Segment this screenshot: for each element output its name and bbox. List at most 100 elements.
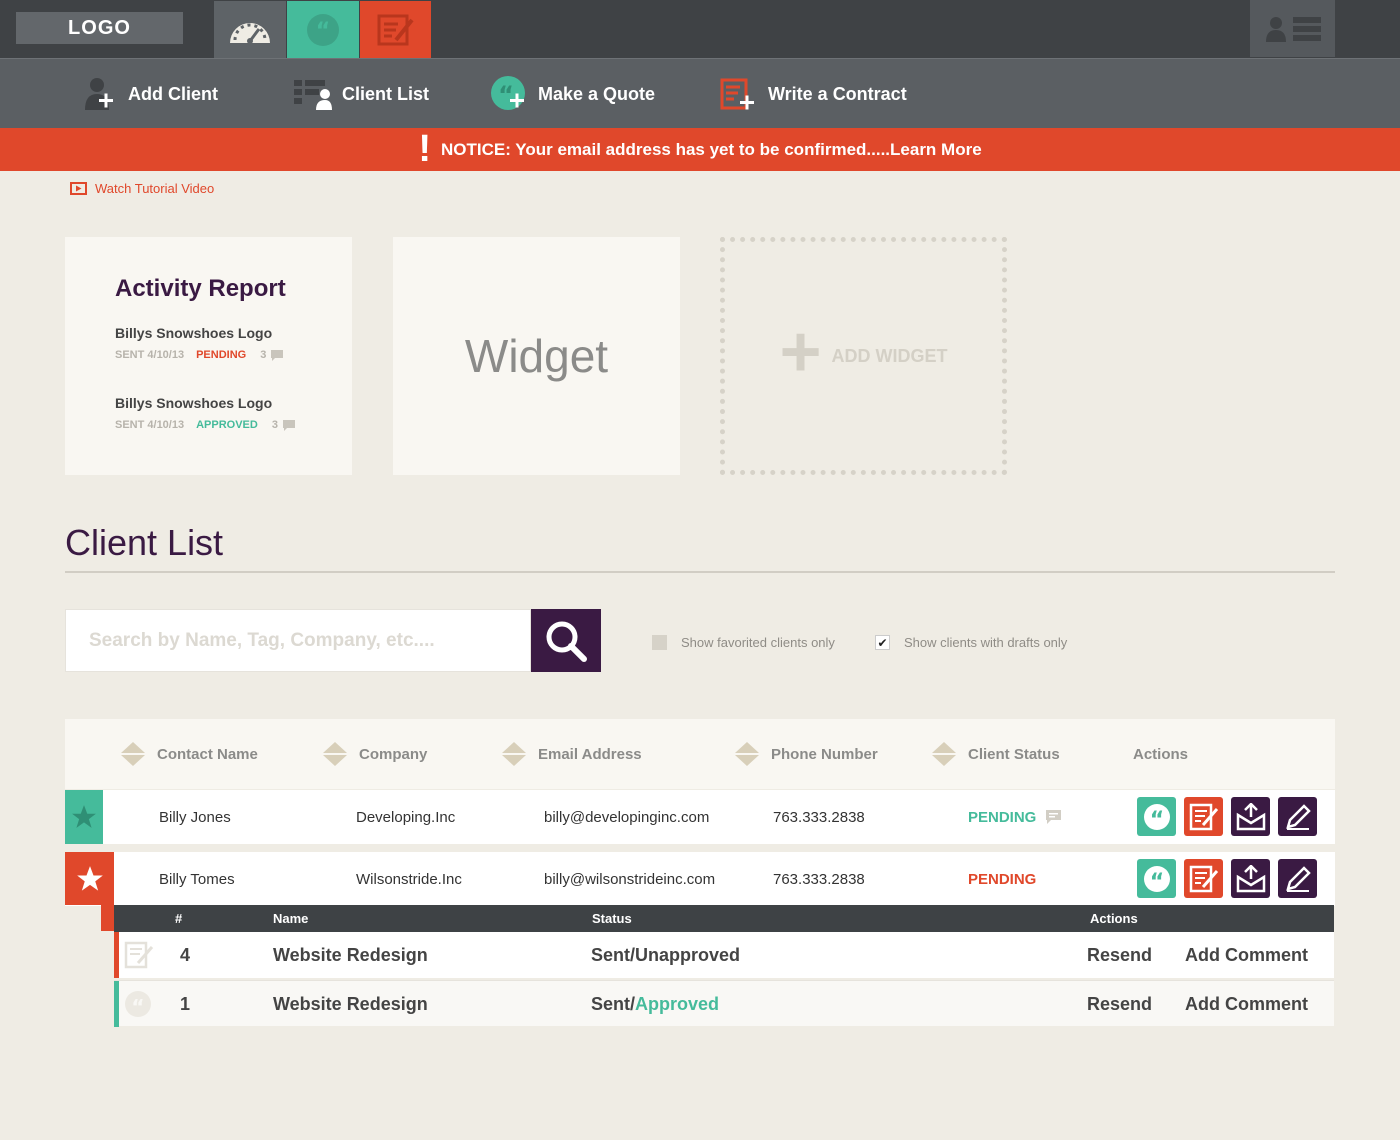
star-icon (72, 805, 96, 828)
add-comment-link[interactable]: Add Comment (1185, 932, 1308, 978)
draft-name[interactable]: Website Redesign (273, 981, 428, 1027)
table-row[interactable]: Billy Jones Developing.Inc billy@develop… (65, 790, 1335, 844)
action-bar: Add Client Client List “ Make a Quote Wr… (0, 58, 1400, 128)
user-menu[interactable] (1250, 0, 1335, 57)
comment-count: 3 (271, 419, 278, 431)
alert-icon: ! (418, 127, 431, 170)
tab-dashboard[interactable] (214, 1, 286, 58)
client-table-header: Contact Name Company Email Address Phone… (65, 719, 1335, 789)
draft-status: Sent/Approved (591, 994, 720, 1014)
client-list-title: Client List (65, 522, 224, 563)
draft-number: 4 (180, 945, 191, 965)
add-client-label: Add Client (128, 83, 218, 104)
quote-icon: “ (307, 13, 339, 46)
activity-status: APPROVED (196, 419, 258, 431)
search-button[interactable] (531, 609, 601, 672)
add-widget-button[interactable]: + ADD WIDGET (720, 237, 1007, 475)
star-icon (76, 865, 103, 891)
sort-arrows-icon (323, 742, 347, 766)
send-action-button[interactable] (1231, 859, 1270, 898)
make-quote-button[interactable]: “ Make a Quote (490, 59, 655, 129)
client-list-icon (294, 75, 332, 113)
pencil-icon (1285, 865, 1311, 892)
quote-action-button[interactable]: “ (1137, 859, 1176, 898)
email[interactable]: billy@wilsonstrideinc.com (544, 852, 715, 906)
draft-name[interactable]: Website Redesign (273, 932, 428, 978)
favorited-filter-checkbox[interactable]: Show favorited clients only (652, 635, 835, 650)
draft-row[interactable]: 4 Website Redesign Sent/Unapproved Resen… (114, 932, 1334, 978)
activity-report-card: Activity Report Billys Snowshoes Logo SE… (65, 237, 352, 475)
dashboard-gauge-icon (230, 22, 270, 44)
email[interactable]: billy@developinginc.com (544, 790, 709, 844)
favorite-toggle[interactable] (65, 852, 114, 905)
tab-quotes[interactable]: “ (287, 1, 359, 58)
tutorial-label: Watch Tutorial Video (95, 181, 215, 196)
client-status: PENDING (968, 790, 1062, 844)
client-list-button[interactable]: Client List (294, 59, 429, 129)
pencil-icon (1285, 803, 1311, 830)
tab-contracts[interactable] (360, 1, 431, 58)
sort-arrows-icon (502, 742, 526, 766)
quote-icon: “ (125, 991, 151, 1018)
plus-icon: + (779, 312, 822, 392)
approved-status: Approved (635, 994, 720, 1014)
checkbox-unchecked[interactable] (652, 635, 667, 650)
send-action-button[interactable] (1231, 797, 1270, 836)
draft-row[interactable]: “ 1 Website Redesign Sent/Approved Resen… (114, 980, 1334, 1027)
client-status: PENDING (968, 870, 1037, 888)
write-contract-label: Write a Contract (768, 83, 907, 104)
search-icon (546, 621, 587, 662)
notice-banner[interactable]: ! NOTICE: Your email address has yet to … (0, 128, 1400, 171)
phone: 763.333.2838 (773, 808, 865, 826)
sort-email[interactable]: Email Address (502, 719, 642, 789)
sort-contact-name[interactable]: Contact Name (121, 719, 258, 789)
contact-name[interactable]: Billy Jones (159, 790, 231, 844)
add-comment-link[interactable]: Add Comment (1185, 981, 1308, 1027)
sort-arrows-icon (932, 742, 956, 766)
comment-icon[interactable] (1046, 810, 1062, 824)
contact-name[interactable]: Billy Tomes (159, 852, 235, 906)
svg-text:“: “ (316, 19, 330, 44)
sort-phone[interactable]: Phone Number (735, 719, 878, 789)
divider (65, 571, 1335, 573)
favorited-filter-label: Show favorited clients only (681, 635, 835, 650)
sort-arrows-icon (121, 742, 145, 766)
edit-action-button[interactable] (1278, 859, 1317, 898)
sort-arrows-icon (735, 742, 759, 766)
company: Wilsonstride.Inc (356, 870, 462, 888)
add-client-icon (80, 75, 118, 113)
user-icon (1265, 16, 1286, 42)
favorite-toggle[interactable] (65, 790, 103, 844)
activity-status: PENDING (196, 349, 247, 361)
send-mail-icon (1236, 864, 1265, 892)
drafts-filter-checkbox[interactable]: ✔ Show clients with drafts only (875, 635, 1067, 650)
resend-link[interactable]: Resend (1087, 932, 1152, 978)
activity-item[interactable]: Billys Snowshoes Logo SENT 4/10/13 APPRO… (115, 395, 295, 431)
search-input[interactable]: Search by Name, Tag, Company, etc.... (65, 609, 531, 672)
contract-action-button[interactable] (1184, 859, 1223, 898)
logo[interactable]: LOGO (16, 12, 183, 44)
add-client-button[interactable]: Add Client (80, 59, 218, 129)
quote-action-button[interactable]: “ (1137, 797, 1176, 836)
edit-action-button[interactable] (1278, 797, 1317, 836)
svg-text:“: “ (498, 81, 514, 109)
table-row[interactable]: Billy Tomes Wilsonstride.Inc billy@wilso… (65, 852, 1335, 906)
quote-icon: “ (1143, 803, 1170, 832)
comment-icon (271, 349, 284, 361)
contract-action-button[interactable] (1184, 797, 1223, 836)
activity-item[interactable]: Billys Snowshoes Logo SENT 4/10/13 PENDI… (115, 325, 284, 361)
send-mail-icon (1236, 802, 1265, 830)
widget-card[interactable]: Widget (393, 237, 680, 475)
notice-text: NOTICE: Your email address has yet to be… (440, 139, 982, 159)
comment-icon (282, 419, 295, 431)
top-bar: LOGO “ (0, 0, 1400, 58)
resend-link[interactable]: Resend (1087, 981, 1152, 1027)
watch-tutorial-link[interactable]: Watch Tutorial Video (70, 181, 214, 196)
sort-status[interactable]: Client Status (932, 719, 1060, 789)
activity-report-title: Activity Report (115, 275, 286, 302)
drafts-table-header: # Name Status Actions (114, 905, 1334, 932)
write-contract-button[interactable]: Write a Contract (720, 59, 907, 129)
sort-company[interactable]: Company (323, 719, 427, 789)
checkbox-checked[interactable]: ✔ (875, 635, 890, 650)
activity-sent-date: SENT 4/10/13 (115, 349, 185, 361)
